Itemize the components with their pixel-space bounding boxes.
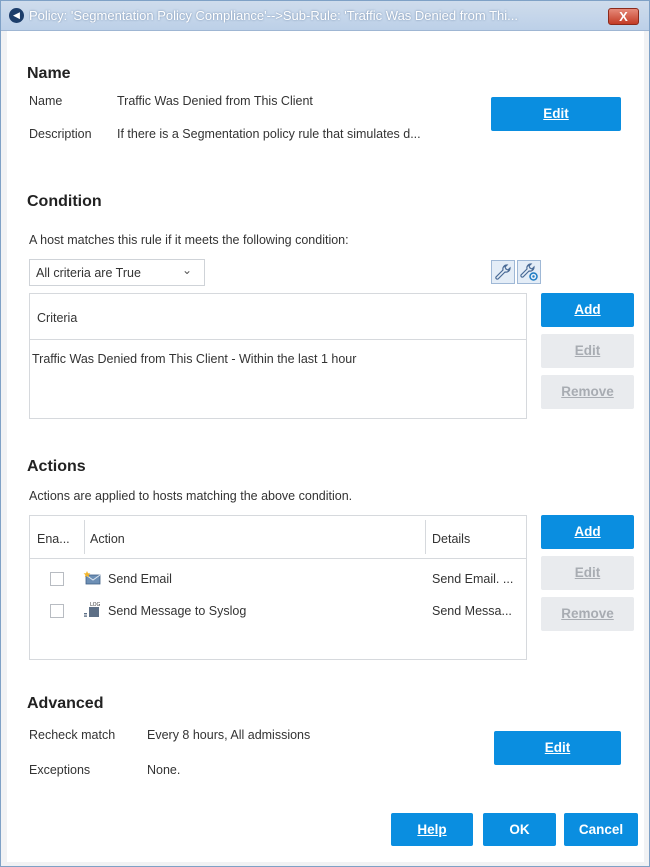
- action-row-details[interactable]: Send Email. ...: [432, 572, 513, 586]
- enabled-column-header[interactable]: Ena...: [37, 532, 70, 546]
- action-row-name[interactable]: Send Email: [108, 572, 172, 586]
- action-column-header[interactable]: Action: [90, 532, 125, 546]
- column-separator: [425, 520, 426, 554]
- email-icon: [83, 571, 101, 585]
- actions-instruction: Actions are applied to hosts matching th…: [29, 489, 353, 503]
- description-value: If there is a Segmentation policy rule t…: [117, 127, 421, 141]
- recheck-match-label: Recheck match: [29, 728, 116, 742]
- cancel-button[interactable]: Cancel: [564, 813, 638, 846]
- title-bar[interactable]: ◀ Policy: 'Segmentation Policy Complianc…: [1, 1, 649, 31]
- column-separator: [84, 520, 85, 554]
- criteria-remove-button[interactable]: Remove: [541, 375, 634, 409]
- name-value: Traffic Was Denied from This Client: [117, 94, 313, 108]
- exceptions-label: Exceptions: [29, 763, 91, 777]
- syslog-icon: LOG: [84, 602, 101, 617]
- wrench-icon: [495, 264, 511, 280]
- action-row-name[interactable]: Send Message to Syslog: [108, 604, 246, 618]
- wrench-settings-button[interactable]: [517, 260, 541, 284]
- wrench-tool-button[interactable]: [491, 260, 515, 284]
- condition-instruction: A host matches this rule if it meets the…: [29, 233, 349, 247]
- criteria-edit-button[interactable]: Edit: [541, 334, 634, 368]
- window-title: Policy: 'Segmentation Policy Compliance'…: [29, 8, 518, 23]
- dialog-body: Name Name Traffic Was Denied from This C…: [7, 31, 644, 862]
- actions-add-button[interactable]: Add: [541, 515, 634, 549]
- criteria-header-divider: [30, 339, 526, 340]
- send-email-enabled-checkbox[interactable]: [50, 572, 64, 586]
- advanced-section-title: Advanced: [27, 695, 104, 712]
- actions-header-divider: [30, 558, 526, 559]
- criteria-column-header[interactable]: Criteria: [37, 311, 77, 325]
- policy-dialog: ◀ Policy: 'Segmentation Policy Complianc…: [0, 0, 650, 867]
- advanced-edit-button[interactable]: Edit: [494, 731, 621, 765]
- actions-edit-button[interactable]: Edit: [541, 556, 634, 590]
- ok-button[interactable]: OK: [483, 813, 556, 846]
- actions-table: Ena... Action Details Send Email Send Em…: [29, 515, 527, 660]
- name-label: Name: [29, 94, 63, 108]
- criteria-mode-dropdown[interactable]: All criteria are True ⌄: [29, 259, 205, 286]
- close-button[interactable]: X: [608, 8, 639, 25]
- actions-section-title: Actions: [27, 458, 86, 475]
- name-edit-button[interactable]: Edit: [491, 97, 621, 131]
- action-row-details[interactable]: Send Messa...: [432, 604, 512, 618]
- description-label: Description: [29, 127, 92, 141]
- help-button[interactable]: Help: [391, 813, 473, 846]
- details-column-header[interactable]: Details: [432, 532, 470, 546]
- criteria-row[interactable]: Traffic Was Denied from This Client - Wi…: [32, 352, 356, 366]
- app-logo-icon: ◀: [9, 8, 24, 23]
- send-syslog-enabled-checkbox[interactable]: [50, 604, 64, 618]
- chevron-down-icon: ⌄: [181, 263, 192, 277]
- name-section-title: Name: [27, 65, 71, 82]
- condition-section-title: Condition: [27, 193, 102, 210]
- wrench-gear-icon: [520, 263, 538, 281]
- criteria-table: Criteria Traffic Was Denied from This Cl…: [29, 293, 527, 419]
- actions-remove-button[interactable]: Remove: [541, 597, 634, 631]
- criteria-mode-value: All criteria are True: [36, 266, 141, 280]
- exceptions-value: None.: [147, 763, 181, 777]
- criteria-add-button[interactable]: Add: [541, 293, 634, 327]
- recheck-match-value: Every 8 hours, All admissions: [147, 728, 311, 742]
